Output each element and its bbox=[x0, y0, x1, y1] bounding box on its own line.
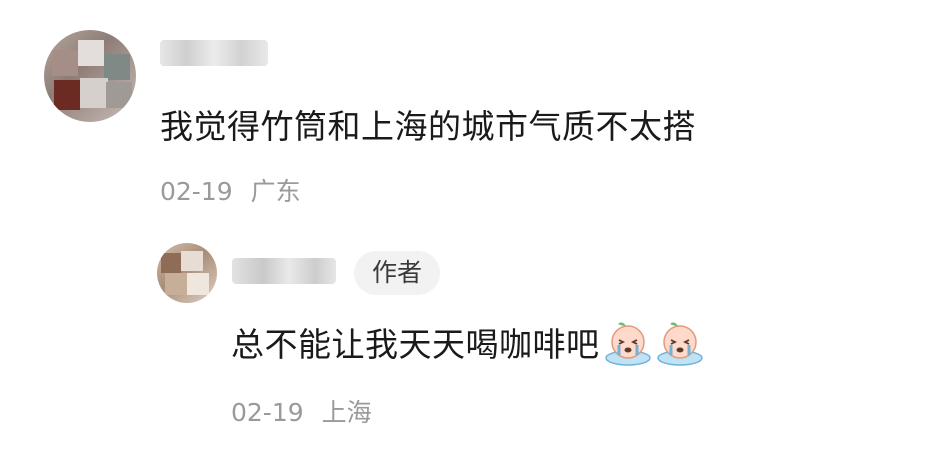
avatar-blur-block bbox=[187, 273, 209, 295]
reply-username-blurred[interactable] bbox=[232, 258, 336, 284]
reply-date: 02-19 bbox=[231, 398, 304, 427]
comment-meta: 02-19 广东 bbox=[160, 172, 301, 208]
reply-avatar[interactable] bbox=[157, 243, 217, 303]
avatar-blur-block bbox=[161, 253, 181, 273]
username-blurred[interactable] bbox=[160, 40, 268, 66]
reply-location: 上海 bbox=[321, 398, 372, 427]
avatar-blur-block bbox=[165, 273, 187, 295]
reply-text: 总不能让我天天喝咖啡吧 bbox=[231, 325, 600, 364]
avatar-blur-block bbox=[104, 54, 130, 80]
avatar-blur-block bbox=[54, 80, 80, 110]
comment-date: 02-19 bbox=[160, 177, 233, 206]
avatar[interactable] bbox=[44, 30, 136, 122]
avatar-blur-block bbox=[181, 251, 203, 271]
comment-text: 我觉得竹筒和上海的城市气质不太搭 bbox=[160, 107, 696, 146]
reply-text-row: 总不能让我天天喝咖啡吧 bbox=[231, 318, 704, 366]
avatar-blur-block bbox=[80, 78, 108, 108]
comment-location: 广东 bbox=[250, 177, 301, 206]
crying-face-emoji-icon bbox=[604, 322, 651, 366]
reply-meta: 02-19 上海 bbox=[231, 393, 372, 429]
author-badge: 作者 bbox=[354, 251, 441, 295]
avatar-blur-block bbox=[52, 50, 78, 76]
avatar-blur-block bbox=[78, 40, 104, 66]
avatar-blur-block bbox=[106, 82, 132, 108]
crying-face-emoji-icon bbox=[656, 322, 703, 366]
